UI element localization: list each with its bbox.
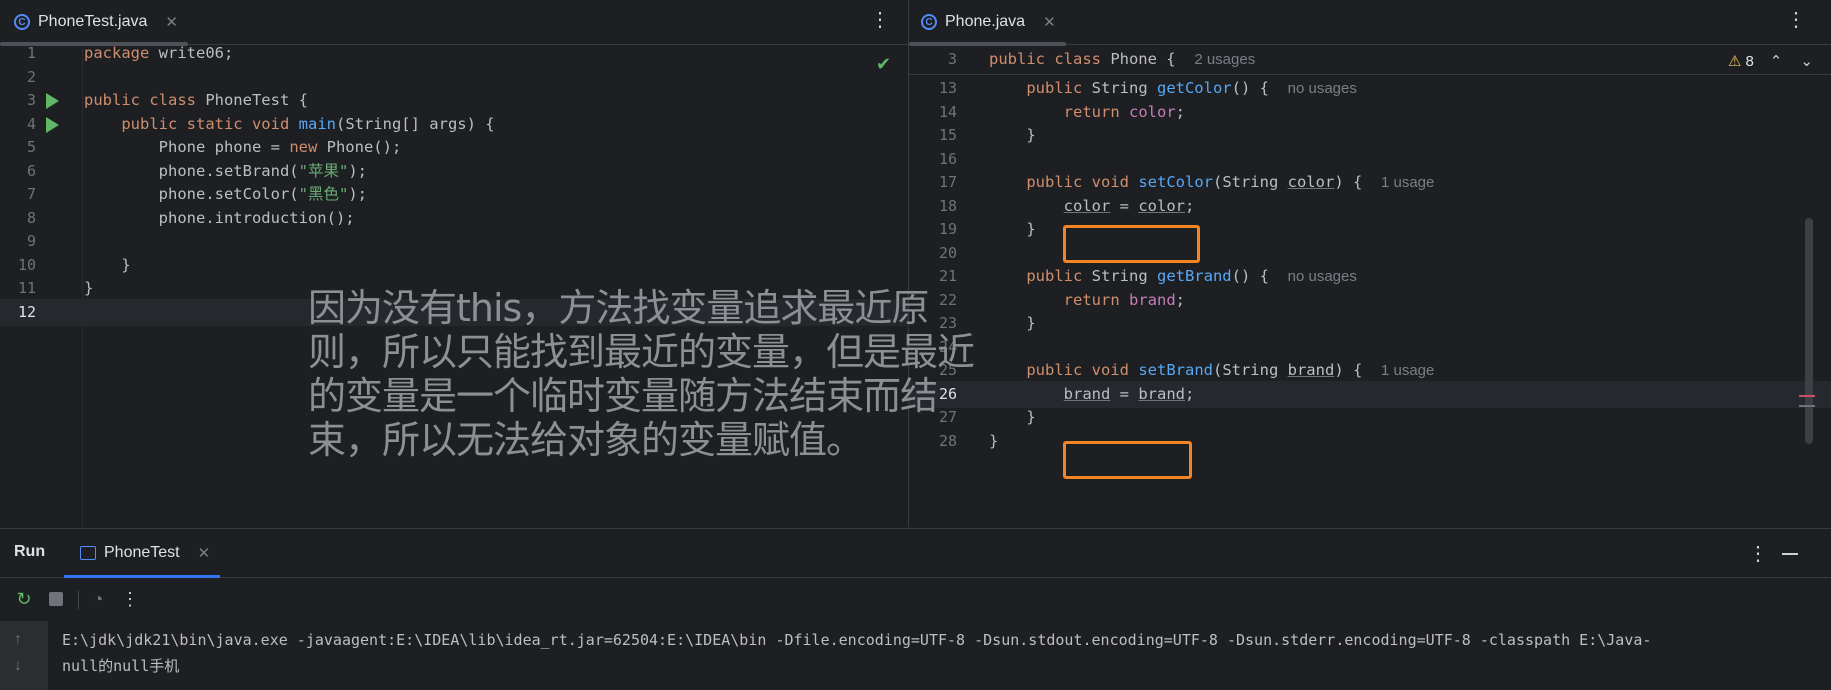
console-icon bbox=[80, 546, 96, 560]
tab-phonetest-java[interactable]: C PhoneTest.java ✕ bbox=[2, 0, 190, 44]
vertical-scrollbar[interactable] bbox=[1805, 218, 1813, 444]
more-options-icon[interactable]: ⋮ bbox=[1786, 10, 1806, 30]
tab-label: PhoneTest.java bbox=[38, 13, 148, 30]
java-class-icon: C bbox=[14, 14, 30, 30]
sticky-code-line[interactable]: 3 public class Phone { 2 usages bbox=[909, 46, 1831, 73]
right-code-area[interactable]: 1213 public String getColor() { no usage… bbox=[909, 46, 1831, 527]
inspection-widget[interactable]: ⚠ 8 ⌃ ⌄ bbox=[1728, 52, 1813, 71]
run-gutter-icon[interactable] bbox=[46, 93, 59, 109]
line-number: 12 bbox=[17, 302, 36, 321]
tab-label: Phone.java bbox=[945, 13, 1026, 30]
close-icon[interactable]: ✕ bbox=[165, 13, 178, 31]
close-icon[interactable]: ✕ bbox=[198, 544, 211, 562]
run-title: Run bbox=[14, 543, 46, 560]
check-icon: ✔ bbox=[876, 54, 892, 74]
stop-icon[interactable] bbox=[44, 587, 68, 611]
highlight-brand-assignment bbox=[1063, 441, 1192, 479]
run-gutter-icon[interactable] bbox=[46, 116, 59, 133]
run-panel: Run PhoneTest ✕ ⋮ ↻ ◔ ⋮ ↑ ↓ E:\jdk\jdk21… bbox=[0, 528, 1831, 690]
run-toolbar: ↻ ◔ ⋮ bbox=[0, 577, 1831, 622]
arrow-up-icon[interactable]: ↑ bbox=[14, 631, 22, 649]
warning-count: 8 bbox=[1745, 52, 1754, 70]
rerun-icon[interactable]: ↻ bbox=[12, 587, 36, 611]
annotation-text: 因为没有this，方法找变量追求最近原则，所以只能找到最近的变量，但是最近的变量… bbox=[308, 286, 975, 462]
run-tab-label: PhoneTest bbox=[104, 544, 180, 561]
right-tab-bar: C Phone.java ✕ ⋮ bbox=[909, 0, 1831, 46]
left-tab-bar: C PhoneTest.java ✕ ⋮ bbox=[0, 0, 908, 46]
error-stripe-mark[interactable] bbox=[1799, 395, 1815, 397]
console-output[interactable]: E:\jdk\jdk21\bin\java.exe -javaagent:E:\… bbox=[48, 621, 1831, 690]
java-class-icon: C bbox=[921, 14, 937, 30]
console-line: null的null手机 bbox=[62, 657, 180, 675]
console-line: E:\jdk\jdk21\bin\java.exe -javaagent:E:\… bbox=[62, 631, 1652, 649]
warning-icon: ⚠ bbox=[1728, 53, 1742, 70]
chevron-up-icon[interactable]: ⌃ bbox=[1770, 52, 1783, 70]
more-options-icon[interactable]: ⋮ bbox=[1748, 541, 1768, 566]
tab-phone-java[interactable]: C Phone.java ✕ bbox=[909, 0, 1068, 44]
code-line[interactable]: 28} bbox=[909, 428, 1831, 455]
more-options-icon[interactable]: ⋮ bbox=[870, 10, 890, 30]
profiler-icon[interactable]: ◔ bbox=[86, 587, 110, 611]
run-tab-phonetest[interactable]: PhoneTest ✕ bbox=[64, 529, 220, 578]
error-stripe-mark[interactable] bbox=[1799, 405, 1815, 407]
chevron-down-icon[interactable]: ⌄ bbox=[1800, 52, 1813, 70]
highlight-color-assignment bbox=[1063, 225, 1200, 263]
arrow-down-icon[interactable]: ↓ bbox=[14, 657, 22, 675]
more-options-icon[interactable]: ⋮ bbox=[118, 587, 142, 611]
line-number: 3 bbox=[947, 50, 957, 68]
console-gutter: ↑ ↓ bbox=[0, 621, 48, 690]
right-editor-pane: C Phone.java ✕ ⋮ 1213 public String getC… bbox=[909, 0, 1831, 527]
sticky-line-header[interactable]: 3 public class Phone { 2 usages bbox=[909, 46, 1831, 75]
code-text: public class Phone { 2 usages bbox=[989, 50, 1256, 68]
minimize-icon[interactable] bbox=[1782, 553, 1798, 555]
close-icon[interactable]: ✕ bbox=[1043, 13, 1056, 31]
run-header: Run PhoneTest ✕ ⋮ bbox=[0, 529, 1831, 578]
